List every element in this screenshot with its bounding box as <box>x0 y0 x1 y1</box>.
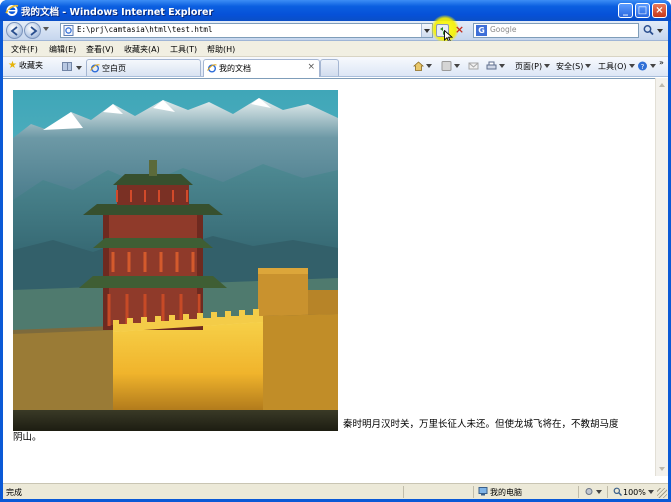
quick-tabs-icon[interactable] <box>62 62 72 71</box>
feeds-dropdown-icon <box>454 64 460 68</box>
back-arrow-icon <box>10 26 18 36</box>
star-icon: ★ <box>8 60 17 71</box>
page-menu-label: 页面(P) <box>515 62 543 71</box>
window-title: 我的文档 - Windows Internet Explorer <box>21 7 214 18</box>
scroll-up-icon[interactable] <box>659 83 665 87</box>
print-dropdown-icon <box>499 64 505 68</box>
zoom-level: 100% <box>623 488 646 497</box>
google-logo-icon: G <box>476 25 487 36</box>
search-options-dropdown-icon[interactable] <box>657 29 663 33</box>
mail-icon <box>468 62 479 70</box>
status-divider <box>607 486 608 498</box>
ie-window: 我的文档 - Windows Internet Explorer _ □ × E… <box>0 0 671 502</box>
menu-favorites[interactable]: 收藏夹(A) <box>124 44 160 55</box>
computer-icon <box>478 487 488 496</box>
poem-line-1: 秦时明月汉时关，万里长征人未还。但使龙城飞将在，不教胡马度 <box>343 419 619 430</box>
safety-dropdown-icon <box>585 64 592 68</box>
navigation-bar: E:\prj\camtasia\html\test.html × G Googl… <box>3 15 668 43</box>
home-dropdown-icon <box>426 64 432 68</box>
ie-page-icon <box>207 64 217 73</box>
minimize-button[interactable]: _ <box>618 3 633 18</box>
more-tools-button[interactable]: » <box>659 58 664 67</box>
poem-line-2: 阴山。 <box>13 432 42 443</box>
search-input[interactable]: G Google <box>473 23 639 38</box>
ie-logo-icon <box>5 4 19 16</box>
help-dropdown-icon <box>650 64 656 68</box>
tools-dropdown-icon <box>628 64 635 68</box>
history-dropdown-icon[interactable] <box>43 27 49 31</box>
page-dropdown-icon <box>544 64 551 68</box>
tab-close-icon[interactable]: × <box>307 62 315 72</box>
page-menu[interactable]: 页面(P) <box>515 61 551 72</box>
svg-text:?: ? <box>641 63 645 71</box>
favorites-button[interactable]: ★ 收藏夹 <box>8 60 43 71</box>
tab-label: 空白页 <box>102 64 126 73</box>
tab-my-document[interactable]: 我的文档 × <box>203 59 320 77</box>
page-content: 秦时明月汉时关，万里长征人未还。但使龙城飞将在，不教胡马度 阴山。 <box>3 78 655 476</box>
feed-icon <box>441 61 452 71</box>
tab-list-dropdown-icon[interactable] <box>76 66 82 70</box>
print-button[interactable] <box>486 61 505 71</box>
zoom-dropdown-icon <box>647 490 654 494</box>
search-icon[interactable] <box>642 23 655 38</box>
title-bar[interactable]: 我的文档 - Windows Internet Explorer _ □ × <box>0 0 671 21</box>
help-button[interactable]: ? <box>637 61 656 71</box>
tab-blank[interactable]: 空白页 <box>86 59 201 76</box>
tab-bar: ★ 收藏夹 空白页 我的文档 × 页面(P) 安全(S) 工具(O) ? » <box>3 57 668 77</box>
home-icon <box>413 61 424 71</box>
security-zone[interactable]: 我的电脑 <box>478 487 522 498</box>
search-placeholder: Google <box>490 25 517 34</box>
favorites-label: 收藏夹 <box>18 61 43 70</box>
menu-tools[interactable]: 工具(T) <box>170 44 197 55</box>
maximize-button[interactable]: □ <box>635 3 650 18</box>
new-tab-button[interactable] <box>320 59 339 76</box>
protected-mode-button[interactable] <box>584 487 602 497</box>
home-button[interactable] <box>413 61 432 71</box>
back-button[interactable] <box>6 22 23 39</box>
menu-view[interactable]: 查看(V) <box>86 44 114 55</box>
great-wall-photo <box>13 90 338 431</box>
scroll-down-icon[interactable] <box>659 467 665 471</box>
status-divider <box>473 486 474 498</box>
protected-mode-dropdown-icon <box>596 490 602 494</box>
address-url: E:\prj\camtasia\html\test.html <box>77 25 213 34</box>
resize-grip[interactable] <box>657 488 667 498</box>
forward-button[interactable] <box>24 22 41 39</box>
stop-button[interactable]: × <box>453 23 466 37</box>
menu-bar: 文件(F) 编辑(E) 查看(V) 收藏夹(A) 工具(T) 帮助(H) <box>3 41 668 57</box>
help-icon: ? <box>638 61 647 71</box>
status-divider <box>578 486 579 498</box>
menu-edit[interactable]: 编辑(E) <box>49 44 76 55</box>
security-zone-label: 我的电脑 <box>490 488 522 497</box>
ie-page-icon <box>90 64 100 73</box>
status-text: 完成 <box>6 488 22 497</box>
mail-button[interactable] <box>468 61 479 71</box>
tab-label: 我的文档 <box>219 64 251 73</box>
close-button[interactable]: × <box>652 3 667 18</box>
zoom-icon <box>613 487 622 496</box>
safety-menu[interactable]: 安全(S) <box>556 61 592 72</box>
feeds-button[interactable] <box>441 61 460 71</box>
status-bar: 完成 我的电脑 100% <box>3 483 668 499</box>
safety-menu-label: 安全(S) <box>556 62 584 71</box>
vertical-scrollbar[interactable] <box>655 78 668 476</box>
menu-help[interactable]: 帮助(H) <box>207 44 235 55</box>
zoom-button[interactable]: 100% <box>613 487 654 497</box>
page-icon <box>63 25 74 36</box>
forward-arrow-icon <box>30 26 38 36</box>
address-bar[interactable]: E:\prj\camtasia\html\test.html <box>60 23 433 38</box>
tools-menu[interactable]: 工具(O) <box>598 61 635 72</box>
status-divider <box>403 486 404 498</box>
browser-client: E:\prj\camtasia\html\test.html × G Googl… <box>3 15 668 499</box>
tools-menu-label: 工具(O) <box>598 62 627 71</box>
menu-file[interactable]: 文件(F) <box>11 44 38 55</box>
settings-icon <box>585 488 593 495</box>
printer-icon <box>486 61 497 70</box>
